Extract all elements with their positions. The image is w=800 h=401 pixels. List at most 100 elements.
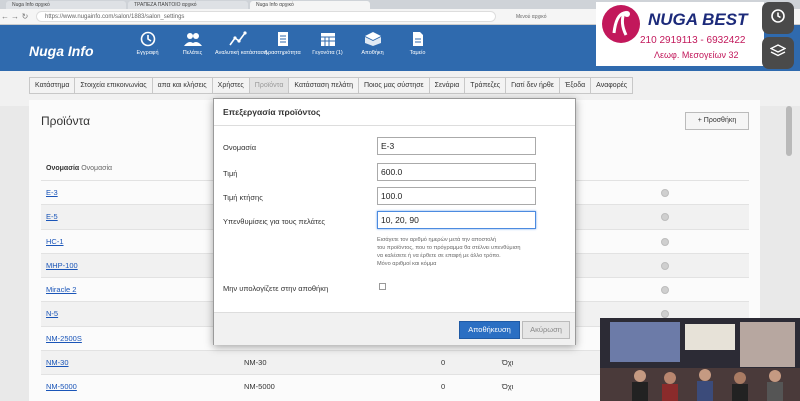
- browser-tab-3[interactable]: Nuga Info αρχικό: [250, 1, 370, 9]
- edit-product-dialog: Επεξεργασία προϊόντος Ονομασία Τιμή Τιμή…: [213, 98, 576, 345]
- tab-expenses[interactable]: Έξοδα: [558, 77, 592, 94]
- cancel-button[interactable]: Ακύρωση: [522, 321, 570, 339]
- layers-icon: [769, 43, 787, 64]
- tab-banks[interactable]: Τράπεζες: [464, 77, 507, 94]
- clock-icon: [770, 8, 786, 29]
- row-select-radio[interactable]: [661, 237, 669, 246]
- tab-store[interactable]: Κατάστημα: [29, 77, 76, 94]
- product-link[interactable]: N-5: [46, 302, 58, 326]
- nav-events-label: Γεγονότα (1): [312, 50, 343, 56]
- product-code: NM-30: [244, 358, 267, 368]
- page-scrollbar[interactable]: [786, 106, 792, 156]
- document-icon: [260, 28, 305, 50]
- product-code: NM-5000: [244, 382, 275, 392]
- file-icon: [395, 28, 440, 50]
- reload-icon[interactable]: ↻: [20, 12, 30, 21]
- cost-label: Τιμή κτήσης: [223, 193, 263, 202]
- product-flag: Όχι: [502, 358, 514, 368]
- row-select-radio[interactable]: [661, 261, 669, 270]
- clock-icon: [125, 28, 170, 50]
- dialog-footer: Αποθήκευση Ακύρωση: [214, 312, 575, 345]
- tab-contact[interactable]: Στοιχεία επικοινωνίας: [74, 77, 153, 94]
- product-link[interactable]: Miracle 2: [46, 278, 76, 302]
- column-header-name[interactable]: Ονομασία: [46, 165, 79, 172]
- nav-report-label: Αναλυτική κατάσταση: [215, 50, 268, 56]
- product-flag: Όχι: [502, 382, 514, 392]
- calendar-icon: [305, 28, 350, 50]
- name-input[interactable]: [377, 137, 536, 155]
- tab-reports[interactable]: Αναφορές: [590, 77, 634, 94]
- help-line: να καλέσετε ή να έρθετε σε επαφή με άλλο…: [377, 253, 501, 259]
- logo-name: NUGA BEST: [648, 10, 748, 29]
- browser-tab-1[interactable]: Nuga Info αρχικό: [6, 1, 126, 9]
- column-filter-name: Ονομασία: [81, 165, 113, 172]
- webcam-video: [600, 318, 800, 401]
- chart-icon: [215, 28, 260, 50]
- logo-emblem: [602, 5, 640, 43]
- nav-activity-label: Δραστηριότητα: [264, 50, 301, 56]
- exclude-warehouse-checkbox[interactable]: [379, 283, 386, 290]
- tab-client-status[interactable]: Κατάσταση πελάτη: [288, 77, 359, 94]
- price-label: Τιμή: [223, 169, 238, 178]
- forward-icon[interactable]: →: [10, 12, 20, 21]
- help-line: Μόνο αριθμοί και κόμμα: [377, 261, 437, 267]
- users-icon: [170, 28, 215, 50]
- product-link[interactable]: MHP-100: [46, 254, 78, 278]
- reminders-label: Υπενθυμίσεις για τους πελάτες: [223, 217, 325, 226]
- nav-register-label: Εγγραφή: [136, 50, 159, 56]
- layers-button[interactable]: [762, 37, 794, 69]
- tab-referral[interactable]: Ποιος μας σύστησε: [357, 77, 430, 94]
- product-link[interactable]: E-3: [46, 181, 58, 205]
- reminders-input[interactable]: [377, 211, 536, 229]
- help-line: Εισάγετε τον αριθμό ημερών μετά την αποσ…: [377, 237, 497, 243]
- name-label: Ονομασία: [223, 143, 257, 152]
- reminders-help: Εισάγετε τον αριθμό ημερών μετά την αποσ…: [377, 236, 577, 268]
- history-button[interactable]: [762, 2, 794, 34]
- app-brand[interactable]: Nuga Info: [29, 43, 94, 59]
- main-nav: Εγγραφή Πελάτες Αναλυτική κατάσταση Δρασ…: [125, 28, 440, 57]
- nav-cashier-label: Ταμείο: [409, 50, 426, 56]
- tab-users[interactable]: Χρήστες: [211, 77, 250, 94]
- nav-cashier[interactable]: Ταμείο: [395, 28, 440, 57]
- row-select-radio[interactable]: [661, 286, 669, 295]
- page-title: Προϊόντα: [41, 114, 91, 128]
- row-select-radio[interactable]: [661, 189, 669, 197]
- nav-activity[interactable]: Δραστηριότητα: [260, 28, 305, 57]
- product-link[interactable]: NM-30: [46, 351, 69, 375]
- product-link[interactable]: HC-1: [46, 230, 64, 254]
- dialog-title: Επεξεργασία προϊόντος: [214, 99, 575, 126]
- settings-tabs: Κατάστημα Στοιχεία επικοινωνίας απα και …: [29, 77, 634, 94]
- tab-calls[interactable]: απα και κλήσεις: [151, 77, 213, 94]
- browser-tab-2[interactable]: ΤΡΑΠΕΖΑ ΠΑΝΤΟΙΟ αρχικό: [128, 1, 248, 9]
- nav-warehouse-label: Αποθήκη: [361, 50, 384, 56]
- cost-input[interactable]: [377, 187, 536, 205]
- row-select-radio[interactable]: [661, 213, 669, 222]
- product-link[interactable]: NM-5000: [46, 375, 77, 399]
- help-line: του προϊόντος, που το πρόγραμμα θα στέλν…: [377, 245, 521, 251]
- product-quantity: 0: [441, 358, 446, 368]
- address-bar[interactable]: https://www.nugainfo.com/salon/1883/salo…: [36, 11, 496, 22]
- nav-warehouse[interactable]: Αποθήκη: [350, 28, 395, 57]
- save-button[interactable]: Αποθήκευση: [459, 321, 520, 339]
- add-product-button[interactable]: + Προσθήκη: [685, 112, 749, 130]
- product-link[interactable]: E-5: [46, 205, 58, 229]
- nav-events[interactable]: Γεγονότα (1): [305, 28, 350, 57]
- logo-phone: 210 2919113 - 6932422: [640, 35, 746, 46]
- bookmark-item[interactable]: Μενού αρχικό: [516, 14, 547, 20]
- product-link[interactable]: NM-2500S: [46, 327, 82, 351]
- box-icon: [350, 28, 395, 50]
- screen: Nuga Info αρχικό ΤΡΑΠΕΖΑ ΠΑΝΤΟΙΟ αρχικό …: [0, 0, 800, 401]
- tab-products[interactable]: Προϊόντα: [248, 77, 290, 94]
- nuga-best-logo: NUGA BEST 210 2919113 - 6932422 Λεωφ. Με…: [596, 2, 764, 66]
- logo-address: Λεωφ. Μεσογείων 32: [654, 50, 739, 60]
- exclude-warehouse-label: Μην υπολογίζετε στην αποθήκη: [223, 284, 329, 293]
- back-icon[interactable]: ←: [0, 12, 10, 21]
- tab-no-show[interactable]: Γιατί δεν ήρθε: [505, 77, 560, 94]
- tab-scenarios[interactable]: Σενάρια: [428, 77, 466, 94]
- nav-report[interactable]: Αναλυτική κατάσταση: [215, 28, 268, 57]
- nav-register[interactable]: Εγγραφή: [125, 28, 170, 57]
- webcam-scene: [600, 318, 800, 401]
- nav-clients[interactable]: Πελάτες: [170, 28, 215, 57]
- nav-clients-label: Πελάτες: [182, 50, 203, 56]
- price-input[interactable]: [377, 163, 536, 181]
